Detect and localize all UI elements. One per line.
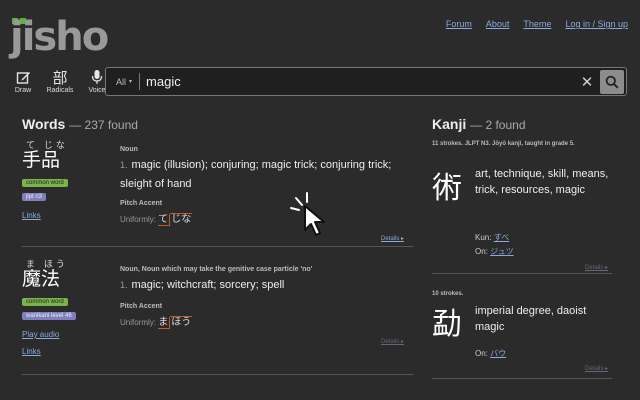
jlpt-badge: jlpt n3	[22, 193, 47, 201]
on-label: On:	[475, 349, 488, 358]
words-count: — 237 found	[69, 118, 138, 132]
kanji-divider	[432, 273, 612, 274]
details-link[interactable]: Details ▸	[585, 264, 608, 271]
pitch-accent-label: Pitch Accent	[120, 303, 163, 310]
pencil-icon	[10, 67, 36, 87]
search-bar: All ▾ magic ✕	[105, 67, 627, 96]
links-link[interactable]: Links	[22, 211, 414, 220]
wanikani-badge: wanikani level 46	[22, 312, 76, 320]
kanji-info: 10 strokes.	[432, 291, 464, 297]
chevron-down-icon: ▾	[129, 79, 133, 85]
draw-label: Draw	[14, 87, 32, 94]
kanji-character[interactable]: 勐	[432, 299, 462, 343]
input-tools: Draw 部 Radicals Voice	[10, 67, 110, 95]
clear-search-icon[interactable]: ✕	[574, 73, 600, 91]
meaning-text: magic; witchcraft; sorcery; spell	[131, 279, 285, 291]
words-heading: Words — 237 found	[22, 116, 138, 132]
on-label: On:	[475, 247, 488, 256]
kanji-heading: Kanji — 2 found	[432, 116, 526, 132]
site-logo[interactable]: jisho	[10, 16, 109, 58]
kanji-meaning: imperial degree, daoist magic	[475, 305, 587, 333]
pitch-mora-low: ま	[158, 317, 171, 329]
details-link[interactable]: Details ▸	[381, 338, 404, 345]
search-scope-value: All	[116, 76, 127, 87]
kanji-character[interactable]: 術	[432, 163, 462, 207]
meaning: 1. magic (illusion); conjuring; magic tri…	[120, 156, 420, 194]
on-reading: On: ジュツ	[475, 246, 514, 257]
kanji-card: 11 strokes. JLPT N3. Jōyō kanji, taught …	[432, 139, 612, 272]
words-title: Words	[22, 116, 66, 132]
word-entry: て じな 手品 common word jlpt n3 Links Noun 1…	[22, 138, 414, 242]
nav-theme[interactable]: Theme	[523, 19, 551, 29]
pitch-accent-label: Pitch Accent	[120, 200, 163, 207]
kun-label: Kun:	[475, 233, 492, 242]
pitch-accent: Uniformly: まほう	[120, 313, 193, 329]
part-of-speech: Noun, Noun which may take the genitive c…	[120, 266, 313, 273]
radicals-button[interactable]: 部 Radicals	[44, 67, 76, 95]
pitch-mora-high: じな	[170, 213, 193, 225]
details-link[interactable]: Details ▸	[381, 235, 404, 242]
meaning-number: 1.	[120, 160, 128, 170]
details-link[interactable]: Details ▸	[585, 365, 608, 372]
mouse-cursor-icon	[288, 190, 334, 243]
radicals-label: Radicals	[46, 87, 74, 94]
nav-login[interactable]: Log in / Sign up	[565, 19, 628, 29]
kanji-divider	[432, 378, 612, 379]
kanji-count: — 2 found	[470, 118, 526, 132]
kanji-title: Kanji	[432, 116, 467, 132]
meaning-text: magic (illusion); conjuring; magic trick…	[120, 159, 392, 190]
pitch-accent: Uniformly: てじな	[120, 210, 193, 226]
draw-button[interactable]: Draw	[10, 67, 36, 94]
pitch-prefix: Uniformly:	[120, 318, 157, 327]
meaning-number: 1.	[120, 280, 128, 290]
kanji-info: 11 strokes. JLPT N3. Jōyō kanji, taught …	[432, 141, 575, 147]
pitch-mora-low: て	[158, 214, 171, 226]
search-icon	[605, 75, 619, 89]
on-reading: On: バウ	[475, 348, 506, 359]
word-entry: ま ほう 魔法 common word wanikani level 46 Pl…	[22, 257, 414, 356]
kanji-meaning: art, technique, skill, means, trick, res…	[475, 168, 609, 196]
play-audio-link[interactable]: Play audio	[22, 330, 414, 339]
on-value[interactable]: ジュツ	[490, 247, 513, 256]
on-value[interactable]: バウ	[490, 349, 506, 358]
nav-forum[interactable]: Forum	[446, 19, 472, 29]
links-link[interactable]: Links	[22, 347, 414, 356]
meaning: 1. magic; witchcraft; sorcery; spell	[120, 276, 420, 295]
pitch-prefix: Uniformly:	[120, 215, 157, 224]
search-input[interactable]: magic	[140, 74, 574, 89]
entry-divider	[22, 246, 414, 247]
top-nav: Forum About Theme Log in / Sign up	[446, 19, 628, 29]
pitch-mora-high: ほう	[170, 316, 193, 328]
search-scope-select[interactable]: All ▾	[106, 73, 141, 90]
nav-about[interactable]: About	[486, 19, 510, 29]
radicals-icon: 部	[52, 68, 68, 87]
entry-divider	[22, 374, 414, 375]
furigana: て じな	[26, 141, 68, 151]
kanji-card: 10 strokes. 勐 imperial degree, daoist ma…	[432, 289, 612, 379]
part-of-speech: Noun	[120, 146, 138, 153]
search-button[interactable]	[600, 69, 624, 94]
kun-reading: Kun: すべ	[475, 232, 509, 243]
kun-value[interactable]: すべ	[494, 233, 509, 242]
